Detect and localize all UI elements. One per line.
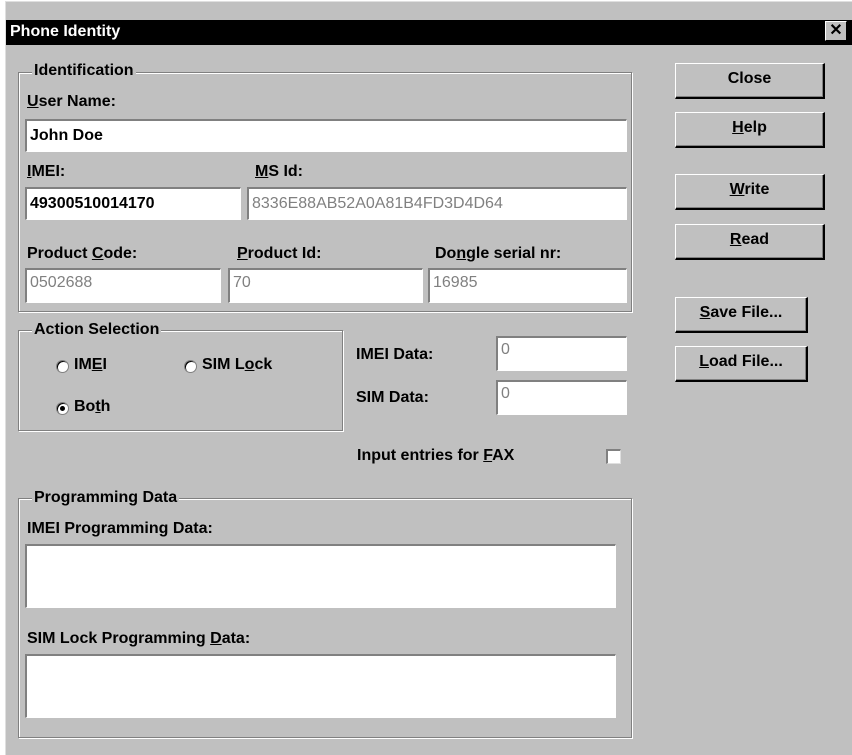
imei-data-label: IMEI Data: [356, 346, 434, 363]
fax-checkbox[interactable] [606, 449, 621, 464]
sim-programming-textarea[interactable] [25, 654, 616, 718]
close-window-button[interactable]: ✕ [825, 21, 847, 41]
title-bar [6, 20, 852, 45]
imei-field[interactable]: 49300510014170 [25, 187, 241, 220]
imei-label: IMEI: [27, 163, 66, 180]
help-button[interactable]: Help [675, 112, 825, 148]
ms-id-label: MS Id: [255, 163, 303, 180]
sim-data-field[interactable]: 0 [496, 380, 627, 415]
fax-label: Input entries for FAX [357, 447, 515, 464]
identification-legend: Identification [32, 62, 136, 80]
load-file-button[interactable]: Load File... [675, 346, 808, 382]
close-button[interactable]: Close [675, 63, 825, 99]
imei-programming-label: IMEI Programming Data: [27, 520, 213, 537]
imei-programming-textarea[interactable] [25, 544, 616, 608]
write-button[interactable]: Write [675, 174, 825, 210]
radio-both[interactable] [56, 402, 69, 415]
product-code-field[interactable]: 0502688 [25, 268, 221, 303]
action-selection-group [18, 330, 343, 431]
ms-id-field[interactable]: 8336E88AB52A0A81B4FD3D4D64 [247, 187, 627, 220]
programming-data-legend: Programming Data [32, 489, 180, 507]
sim-programming-label: SIM Lock Programming Data: [27, 630, 251, 647]
radio-sim-lock[interactable] [184, 360, 197, 373]
radio-both-label[interactable]: Both [74, 398, 110, 416]
save-file-button[interactable]: Save File... [675, 297, 808, 333]
window-title: Phone Identity [10, 23, 121, 40]
read-button[interactable]: Read [675, 224, 825, 260]
dongle-serial-field[interactable]: 16985 [428, 268, 627, 303]
close-icon: ✕ [829, 22, 843, 39]
sim-data-label: SIM Data: [356, 389, 429, 406]
dongle-serial-label: Dongle serial nr: [435, 245, 562, 262]
user-name-field[interactable]: John Doe [25, 119, 627, 152]
action-selection-legend: Action Selection [32, 321, 162, 339]
product-id-label: Product Id: [237, 245, 322, 262]
user-name-label: User Name: [27, 93, 116, 110]
product-id-field[interactable]: 70 [228, 268, 423, 303]
radio-imei[interactable] [56, 360, 69, 373]
imei-data-field[interactable]: 0 [496, 336, 627, 371]
product-code-label: Product Code: [27, 245, 138, 262]
radio-sim-lock-label[interactable]: SIM Lock [202, 356, 272, 374]
radio-imei-label[interactable]: IMEI [74, 356, 107, 374]
